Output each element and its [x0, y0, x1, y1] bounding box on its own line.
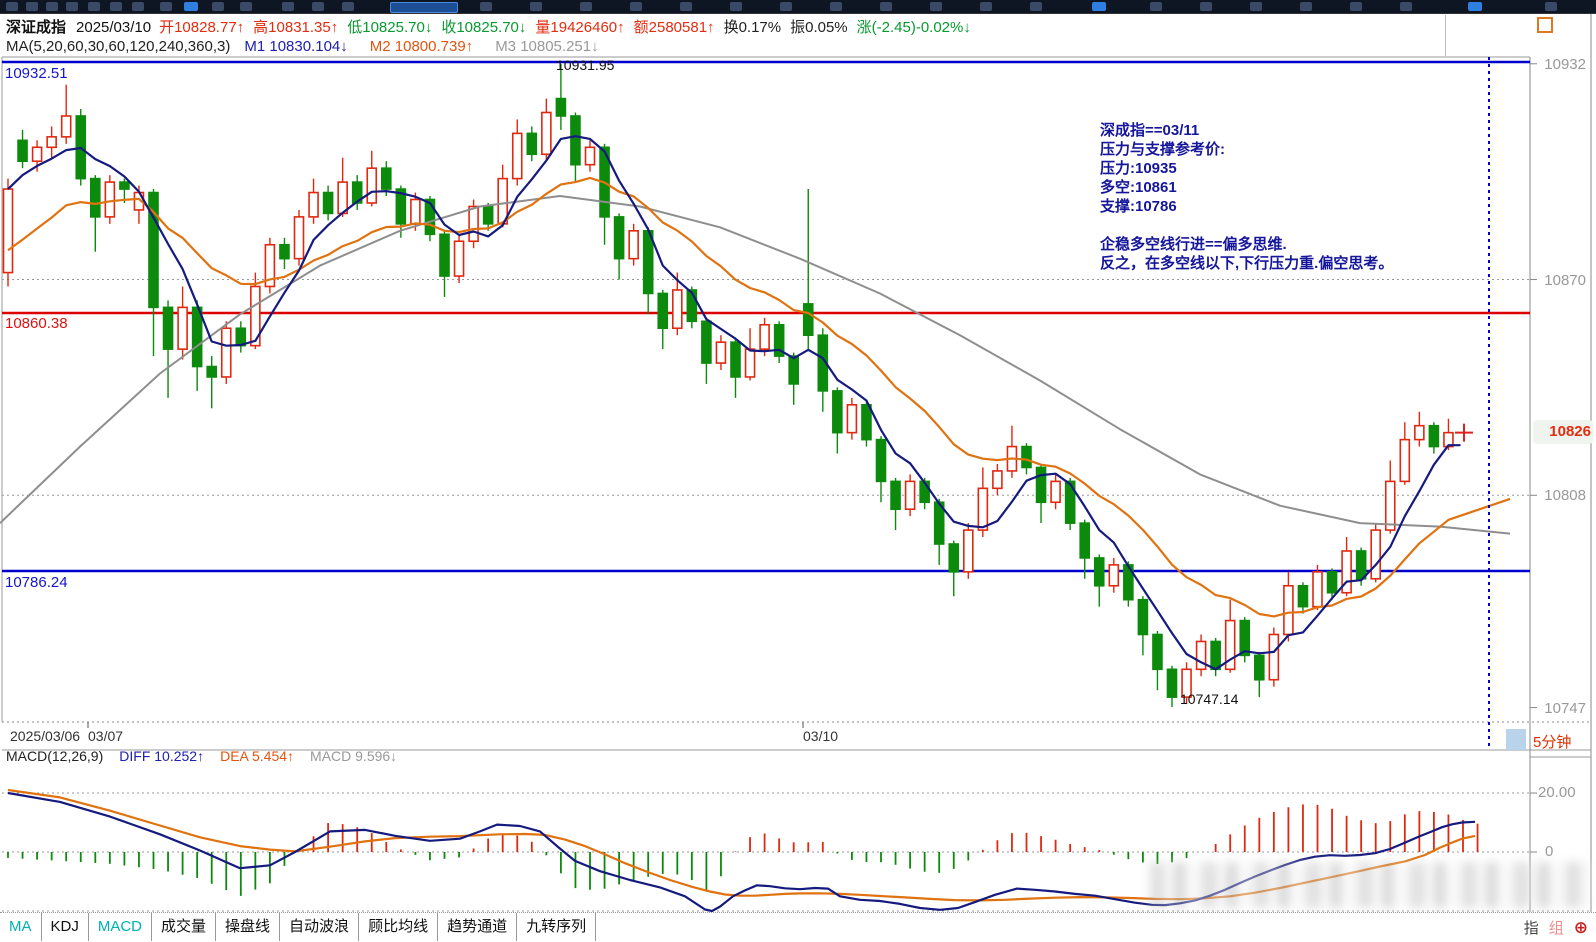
date-label: 03/10 — [803, 728, 839, 744]
date-label: 03/07 — [88, 728, 124, 744]
annotation-line: 企稳多空线行进==偏多思维. — [1100, 236, 1287, 253]
corner-tools: 指组 ⊕ — [1524, 917, 1588, 938]
support-line-label: 10786.24 — [5, 574, 68, 591]
macd-header: MACD(12,26,9) DIFF 10.252↑ DEA 5.454↑ MACD … — [6, 748, 413, 764]
trading-terminal: { "toolbar": { "icons": [[6,"dim"],[26,"… — [0, 0, 1596, 942]
tab-顾比均线[interactable]: 顾比均线 — [359, 913, 439, 941]
add-indicator-icon[interactable]: ⊕ — [1574, 918, 1588, 937]
date-label: 2025/03/06 — [10, 728, 81, 744]
macd-axis-0-label: 0 — [1545, 843, 1554, 860]
tab-MACD[interactable]: MACD — [89, 913, 153, 941]
group-button[interactable]: 组 — [1549, 920, 1564, 937]
macd-header-part: DEA 5.454↑ — [220, 748, 295, 764]
axis-price-label: 10808 — [1544, 487, 1586, 505]
tab-KDJ[interactable]: KDJ — [42, 913, 89, 941]
tab-九转序列[interactable]: 九转序列 — [517, 913, 597, 941]
macd-header-part: MACD(12,26,9) — [6, 748, 104, 764]
axis-price-label: 10932 — [1544, 55, 1586, 73]
axis-price-label: 10870 — [1544, 271, 1586, 289]
annotation-line: 压力:10935 — [1100, 160, 1177, 177]
analysis-annotation: 深成指==03/11 压力与支撑参考价: 压力:10935 多空:10861 支撑:10… — [1100, 121, 1460, 273]
annotation-line: 深成指==03/11 — [1100, 122, 1200, 139]
period-color-swatch[interactable] — [1506, 729, 1526, 750]
period-selector[interactable]: 5分钟 — [1533, 731, 1571, 752]
tab-趋势通道[interactable]: 趋势通道 — [438, 913, 518, 941]
current-price-badge: 10826 — [1533, 420, 1593, 444]
indicator-tabbar: MA KDJ MACD 成交量 操盘线 自动波浪 顾比均线 趋势通道 九转序列 — [0, 912, 1596, 942]
annotation-line — [1100, 216, 1460, 235]
indicator-button[interactable]: 指 — [1524, 920, 1539, 937]
peak-price-label: 10931.95 — [556, 57, 615, 73]
tab-成交量[interactable]: 成交量 — [152, 913, 217, 941]
annotation-line: 压力与支撑参考价: — [1100, 141, 1225, 158]
tab-MA[interactable]: MA — [0, 913, 42, 941]
tab-自动波浪[interactable]: 自动波浪 — [280, 913, 360, 941]
tab-操盘线[interactable]: 操盘线 — [216, 913, 281, 941]
macd-header-part: MACD 9.596↓ — [310, 748, 398, 764]
trough-price-label: 10747.14 — [1180, 691, 1239, 707]
macd-header-part: DIFF 10.252↑ — [119, 748, 205, 764]
annotation-line: 反之，在多空线以下,下行压力重.偏空思考。 — [1100, 255, 1394, 272]
axis-price-label: 10747 — [1544, 699, 1586, 717]
annotation-line: 支撑:10786 — [1100, 198, 1177, 215]
mid-line-label: 10860.38 — [5, 315, 68, 332]
macd-axis-20-label: 20.00 — [1538, 784, 1576, 801]
annotation-line: 多空:10861 — [1100, 179, 1177, 196]
resistance-line-label: 10932.51 — [5, 65, 68, 82]
watermark-blur — [1150, 862, 1590, 908]
